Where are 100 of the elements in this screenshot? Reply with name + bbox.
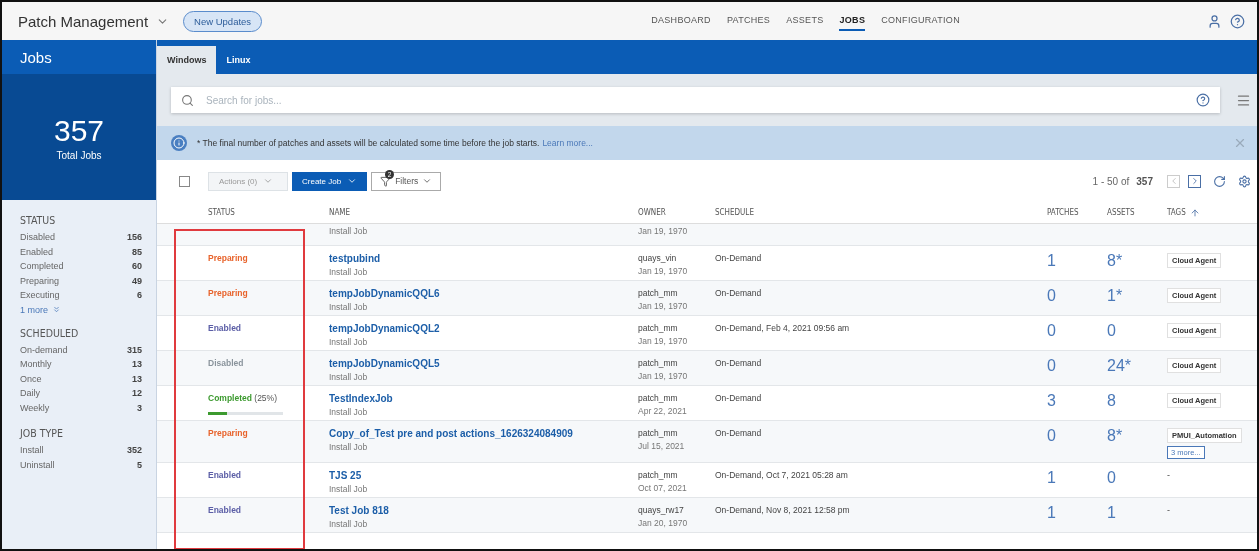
os-tab[interactable]: Linux (216, 46, 261, 74)
empty-tag-dash: - (1167, 470, 1170, 480)
search-field[interactable]: Search for jobs... (171, 87, 1220, 113)
patches-count[interactable]: 0 (1047, 288, 1056, 304)
job-name-link[interactable]: TestIndexJob (329, 393, 393, 404)
assets-count[interactable]: 1 (1107, 505, 1116, 521)
actions-button[interactable]: Actions (0) (208, 171, 288, 191)
schedule-text: On-Demand, Nov 8, 2021 12:58 pm (715, 505, 850, 515)
schedule-text: On-Demand (715, 358, 762, 368)
job-name-link[interactable]: testpubind (329, 253, 381, 264)
job-status: Preparing (208, 253, 248, 263)
app-switcher[interactable]: Patch Management (18, 12, 170, 30)
assets-count[interactable]: 8* (1107, 253, 1123, 269)
owner-date: Jan 19, 1970 (638, 301, 688, 311)
nav-tab[interactable]: CONFIGURATION (881, 11, 960, 31)
nav-tab[interactable]: DASHBOARD (651, 11, 711, 31)
assets-count[interactable]: 8* (1107, 428, 1123, 444)
assets-count[interactable]: 8 (1107, 393, 1116, 409)
owner-date: Jan 19, 1970 (638, 336, 688, 346)
schedule-text: On-Demand (715, 253, 762, 263)
job-type: Install Job (329, 267, 368, 277)
filter-label[interactable]: Uninstall (20, 457, 55, 472)
filter-count: 60 (132, 260, 142, 273)
filter-count: 12 (132, 387, 142, 400)
owner-name: patch_mm (638, 428, 678, 438)
select-all-checkbox[interactable] (179, 175, 190, 187)
double-chevron-icon (52, 305, 61, 314)
filter-count: 85 (132, 245, 142, 259)
job-status: Disabled (208, 358, 244, 368)
filter-label[interactable]: Daily (20, 386, 40, 401)
patches-count[interactable]: 1 (1047, 470, 1056, 486)
job-type: Install Job (329, 519, 368, 529)
filter-label[interactable]: Disabled (20, 230, 56, 245)
filter-count: 3 (137, 401, 142, 415)
assets-count[interactable]: 0 (1107, 470, 1116, 486)
filter-label[interactable]: Enabled (20, 244, 54, 259)
schedule-text: On-Demand, Feb 4, 2021 09:56 am (715, 323, 850, 333)
job-status: Enabled (208, 323, 242, 333)
filter-label[interactable]: Monthly (20, 357, 52, 372)
new-updates-badge[interactable]: New Updates (183, 10, 263, 32)
refresh-icon[interactable] (1213, 174, 1226, 188)
job-status: Completed (25%) (208, 393, 277, 403)
help-icon[interactable] (1196, 93, 1210, 107)
nav-tab[interactable]: JOBS (839, 11, 866, 31)
filter-label[interactable]: Completed (20, 259, 64, 274)
job-name-link[interactable]: tempJobDynamicQQL5 (329, 358, 440, 369)
column-header[interactable]: SCHEDULE (715, 208, 1047, 217)
schedule-text: On-Demand (715, 428, 762, 438)
settings-icon[interactable] (1238, 174, 1251, 188)
caret-icon (422, 176, 433, 186)
create-job-button[interactable]: Create Job (292, 171, 368, 191)
column-header[interactable]: OWNER (638, 208, 715, 217)
assets-count[interactable]: 24* (1107, 358, 1132, 374)
column-header[interactable]: ASSETS (1107, 208, 1167, 217)
owner-name: quays_vin (638, 253, 677, 263)
job-type: Install Job (329, 484, 368, 494)
assets-count[interactable]: 0 (1107, 323, 1116, 339)
filter-count: 6 (137, 289, 142, 302)
filter-label[interactable]: Preparing (20, 273, 60, 288)
user-icon[interactable] (1207, 13, 1222, 29)
patches-count[interactable]: 3 (1047, 393, 1056, 409)
filter-label[interactable]: Executing (20, 288, 60, 303)
job-name-link[interactable]: Copy_of_Test pre and post actions_1626324084909 (329, 428, 573, 439)
patches-count[interactable]: 0 (1047, 428, 1056, 444)
job-name-link[interactable]: tempJobDynamicQQL2 (329, 323, 440, 334)
column-header[interactable]: TAGS (1167, 207, 1257, 218)
patches-count[interactable]: 0 (1047, 323, 1056, 339)
owner-date: Oct 07, 2021 (638, 483, 687, 493)
next-page-button[interactable] (1188, 174, 1201, 188)
learn-more-link[interactable]: Learn more... (542, 138, 593, 148)
filter-group-title: JOB TYPE (20, 427, 64, 439)
filter-count: 5 (137, 458, 142, 472)
column-header[interactable]: STATUS (208, 208, 329, 217)
job-name-link[interactable]: TJS 25 (329, 470, 362, 481)
more-filters-link[interactable]: 1 more (20, 304, 142, 315)
filter-group-title: STATUS (20, 214, 57, 226)
menu-icon[interactable] (1236, 92, 1251, 108)
job-status: Preparing (208, 428, 248, 438)
os-tab[interactable]: Windows (157, 46, 217, 74)
sidebar-title: Jobs (2, 40, 156, 74)
nav-tab[interactable]: PATCHES (726, 11, 771, 31)
job-name-link[interactable]: tempJobDynamicQQL6 (329, 288, 440, 299)
filter-label[interactable]: On-demand (20, 342, 68, 357)
filter-count: 352 (126, 444, 142, 457)
job-name-link[interactable]: Test Job 818 (329, 505, 389, 516)
filter-label[interactable]: Once (20, 371, 42, 386)
owner-date: Jul 15, 2021 (638, 441, 685, 451)
patches-count[interactable]: 1 (1047, 505, 1056, 521)
patches-count[interactable]: 0 (1047, 358, 1056, 374)
assets-count[interactable]: 1* (1107, 288, 1123, 304)
patches-count[interactable]: 1 (1047, 253, 1056, 269)
filter-label[interactable]: Weekly (20, 400, 50, 415)
filter-count: 156 (126, 231, 142, 244)
schedule-text: On-Demand (715, 393, 762, 403)
owner-name: patch_mm (638, 323, 678, 333)
nav-tab[interactable]: ASSETS (786, 11, 824, 31)
help-icon[interactable] (1230, 13, 1245, 29)
column-header[interactable]: PATCHES (1047, 208, 1107, 217)
column-header[interactable]: NAME (329, 208, 638, 217)
filter-label[interactable]: Install (20, 443, 44, 458)
